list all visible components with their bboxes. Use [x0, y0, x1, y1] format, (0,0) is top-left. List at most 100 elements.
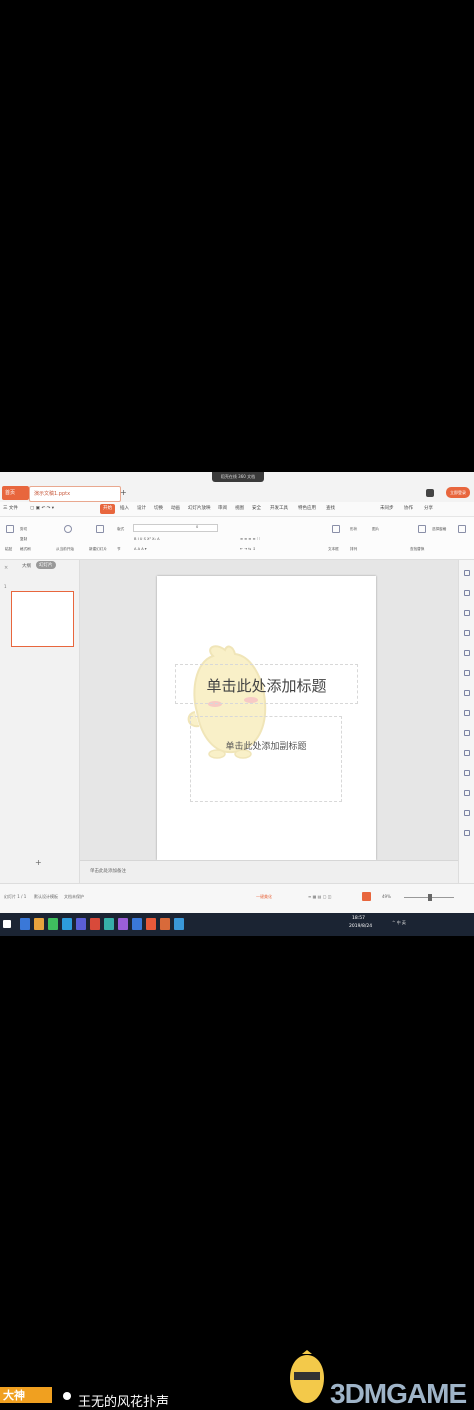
paragraph-buttons[interactable]: ≡ ≡ ≡ ≡ ⁝ ⁝: [240, 537, 260, 541]
tool-icon-2[interactable]: [464, 590, 470, 596]
zoom-slider-handle[interactable]: [428, 894, 432, 901]
taskbar-app-icon-10[interactable]: [146, 918, 156, 930]
layout-button[interactable]: 版式: [117, 527, 124, 532]
tool-icon-12[interactable]: [464, 790, 470, 796]
font-name-select[interactable]: [133, 524, 218, 532]
beautify-button[interactable]: 一键美化: [256, 894, 272, 900]
add-slide-button[interactable]: +: [35, 858, 42, 867]
ribbon-toolbar: 粘贴 剪切 复制 格式刷 从当前开始 新建幻灯片 版式 节 0 B I U S …: [0, 517, 474, 560]
tool-icon-3[interactable]: [464, 610, 470, 616]
cut-button[interactable]: 剪切: [20, 527, 27, 532]
menu-item-developer[interactable]: 开发工具: [270, 502, 288, 516]
taskbar-app-icon-1[interactable]: [20, 918, 30, 930]
new-tab-button[interactable]: +: [120, 486, 127, 500]
sync-status[interactable]: 未同步: [380, 502, 394, 516]
menu-item-design[interactable]: 设计: [137, 502, 146, 516]
tab-home[interactable]: 首页: [2, 486, 29, 500]
screen-share-title: 稻壳在线 360 文档: [212, 472, 264, 482]
menu-item-search[interactable]: 查找: [326, 502, 335, 516]
notes-placeholder: 单击此处添加备注: [90, 869, 126, 874]
notes-pane[interactable]: 单击此处添加备注: [80, 860, 458, 884]
font-size-value[interactable]: 0: [196, 525, 198, 529]
menu-bar: 三 文件 ▢ ▣ ↶ ↷ ▾ 开始 插入 设计 切换 动画 幻灯片放映 审阅 视…: [0, 502, 474, 517]
clock-time[interactable]: 18:57: [352, 916, 365, 921]
tool-icon-14[interactable]: [464, 830, 470, 836]
taskbar-app-icon-2[interactable]: [34, 918, 44, 930]
tool-icon-9[interactable]: [464, 730, 470, 736]
tool-icon-6[interactable]: [464, 670, 470, 676]
extra-tool-icon[interactable]: [458, 525, 466, 533]
tool-icon-1[interactable]: [464, 570, 470, 576]
zoom-value[interactable]: 49%: [382, 894, 391, 899]
taskbar-app-icon-8[interactable]: [118, 918, 128, 930]
document-status[interactable]: 文档未保护: [64, 894, 84, 900]
slide-canvas[interactable]: 单击此处添加标题 单击此处添加副标题: [157, 576, 376, 860]
tool-icon-13[interactable]: [464, 810, 470, 816]
copy-button[interactable]: 复制: [20, 537, 27, 542]
right-toolbar: [458, 560, 474, 883]
taskbar-app-icon-5[interactable]: [76, 918, 86, 930]
quick-access-icons: ▢ ▣ ↶ ↷ ▾: [30, 506, 55, 511]
taskbar-app-icon-11[interactable]: [160, 918, 170, 930]
menu-item-insert[interactable]: 插入: [120, 502, 129, 516]
arrange-button[interactable]: 排列: [350, 547, 357, 552]
new-slide-icon[interactable]: [96, 525, 104, 533]
menu-item-transition[interactable]: 切换: [154, 502, 163, 516]
tab-slides[interactable]: 幻灯片: [36, 561, 56, 569]
tab-outline[interactable]: 大纲: [22, 563, 31, 569]
play-from-current-icon[interactable]: [64, 525, 72, 533]
find-replace-label: 查找替换: [410, 547, 425, 551]
tab-bar: 稻壳在线 360 文档 首页 演示文稿1.pptx + 立即登录: [0, 472, 474, 503]
tool-icon-7[interactable]: [464, 690, 470, 696]
paste-icon[interactable]: [6, 525, 14, 533]
tool-icon-4[interactable]: [464, 630, 470, 636]
new-slide-label: 新建幻灯片: [89, 547, 107, 551]
thumbnail-number: 1: [4, 584, 7, 589]
format-buttons[interactable]: B I U S X² X₂ A: [134, 537, 160, 541]
view-mode-buttons[interactable]: ≡ ▦ ▤ ▢ ◫: [308, 894, 332, 899]
from-current-label: 从当前开始: [56, 547, 74, 551]
play-slideshow-button[interactable]: [362, 892, 371, 901]
start-icon[interactable]: [3, 920, 11, 928]
find-replace-icon[interactable]: [418, 525, 426, 533]
tool-icon-5[interactable]: [464, 650, 470, 656]
tab-document[interactable]: 演示文稿1.pptx: [29, 486, 121, 502]
menu-item-review[interactable]: 审阅: [218, 502, 227, 516]
menu-item-slideshow[interactable]: 幻灯片放映: [188, 502, 211, 516]
picture-button[interactable]: 图片: [372, 527, 379, 532]
file-menu[interactable]: 三 文件: [3, 502, 18, 516]
close-panel-icon[interactable]: ×: [4, 565, 8, 571]
select-pane-button[interactable]: 选择窗格: [432, 527, 446, 532]
tool-icon-8[interactable]: [464, 710, 470, 716]
tool-icon-11[interactable]: [464, 770, 470, 776]
avatar[interactable]: [426, 489, 434, 497]
taskbar-app-icon-4[interactable]: [62, 918, 72, 930]
section-button[interactable]: 节: [117, 547, 121, 552]
format-painter-button[interactable]: 格式刷: [20, 547, 31, 552]
system-tray[interactable]: ^ 中 英: [392, 920, 406, 926]
taskbar-app-icon-3[interactable]: [48, 918, 58, 930]
align-buttons[interactable]: ⇤ ⇥ ⇆ ↕: [240, 547, 255, 551]
login-button[interactable]: 立即登录: [446, 487, 470, 498]
font-effects[interactable]: A A A ▾: [134, 547, 147, 551]
slide-thumbnail[interactable]: [11, 591, 74, 647]
subtitle-placeholder-box[interactable]: 单击此处添加副标题: [190, 716, 342, 802]
text-box-icon[interactable]: [332, 525, 340, 533]
menu-item-features[interactable]: 特色应用: [298, 502, 316, 516]
menu-item-home[interactable]: 开始: [100, 504, 115, 514]
slide-panel: × 大纲 幻灯片 1 +: [0, 560, 80, 883]
taskbar-app-icon-6[interactable]: [90, 918, 100, 930]
menu-item-view[interactable]: 视图: [235, 502, 244, 516]
taskbar-app-icon-12[interactable]: [174, 918, 184, 930]
share-button[interactable]: 分享: [424, 502, 433, 516]
menu-item-animation[interactable]: 动画: [171, 502, 180, 516]
clock-date[interactable]: 2019/8/24: [349, 924, 372, 929]
collab-button[interactable]: 协作: [404, 502, 413, 516]
menu-item-security[interactable]: 安全: [252, 502, 261, 516]
shape-button[interactable]: 形状: [350, 527, 357, 532]
title-placeholder-box[interactable]: 单击此处添加标题: [175, 664, 358, 704]
taskbar-app-icon-7[interactable]: [104, 918, 114, 930]
tool-icon-10[interactable]: [464, 750, 470, 756]
taskbar-app-icon-9[interactable]: [132, 918, 142, 930]
windows-taskbar: 18:57 2019/8/24 ^ 中 英: [0, 913, 474, 936]
